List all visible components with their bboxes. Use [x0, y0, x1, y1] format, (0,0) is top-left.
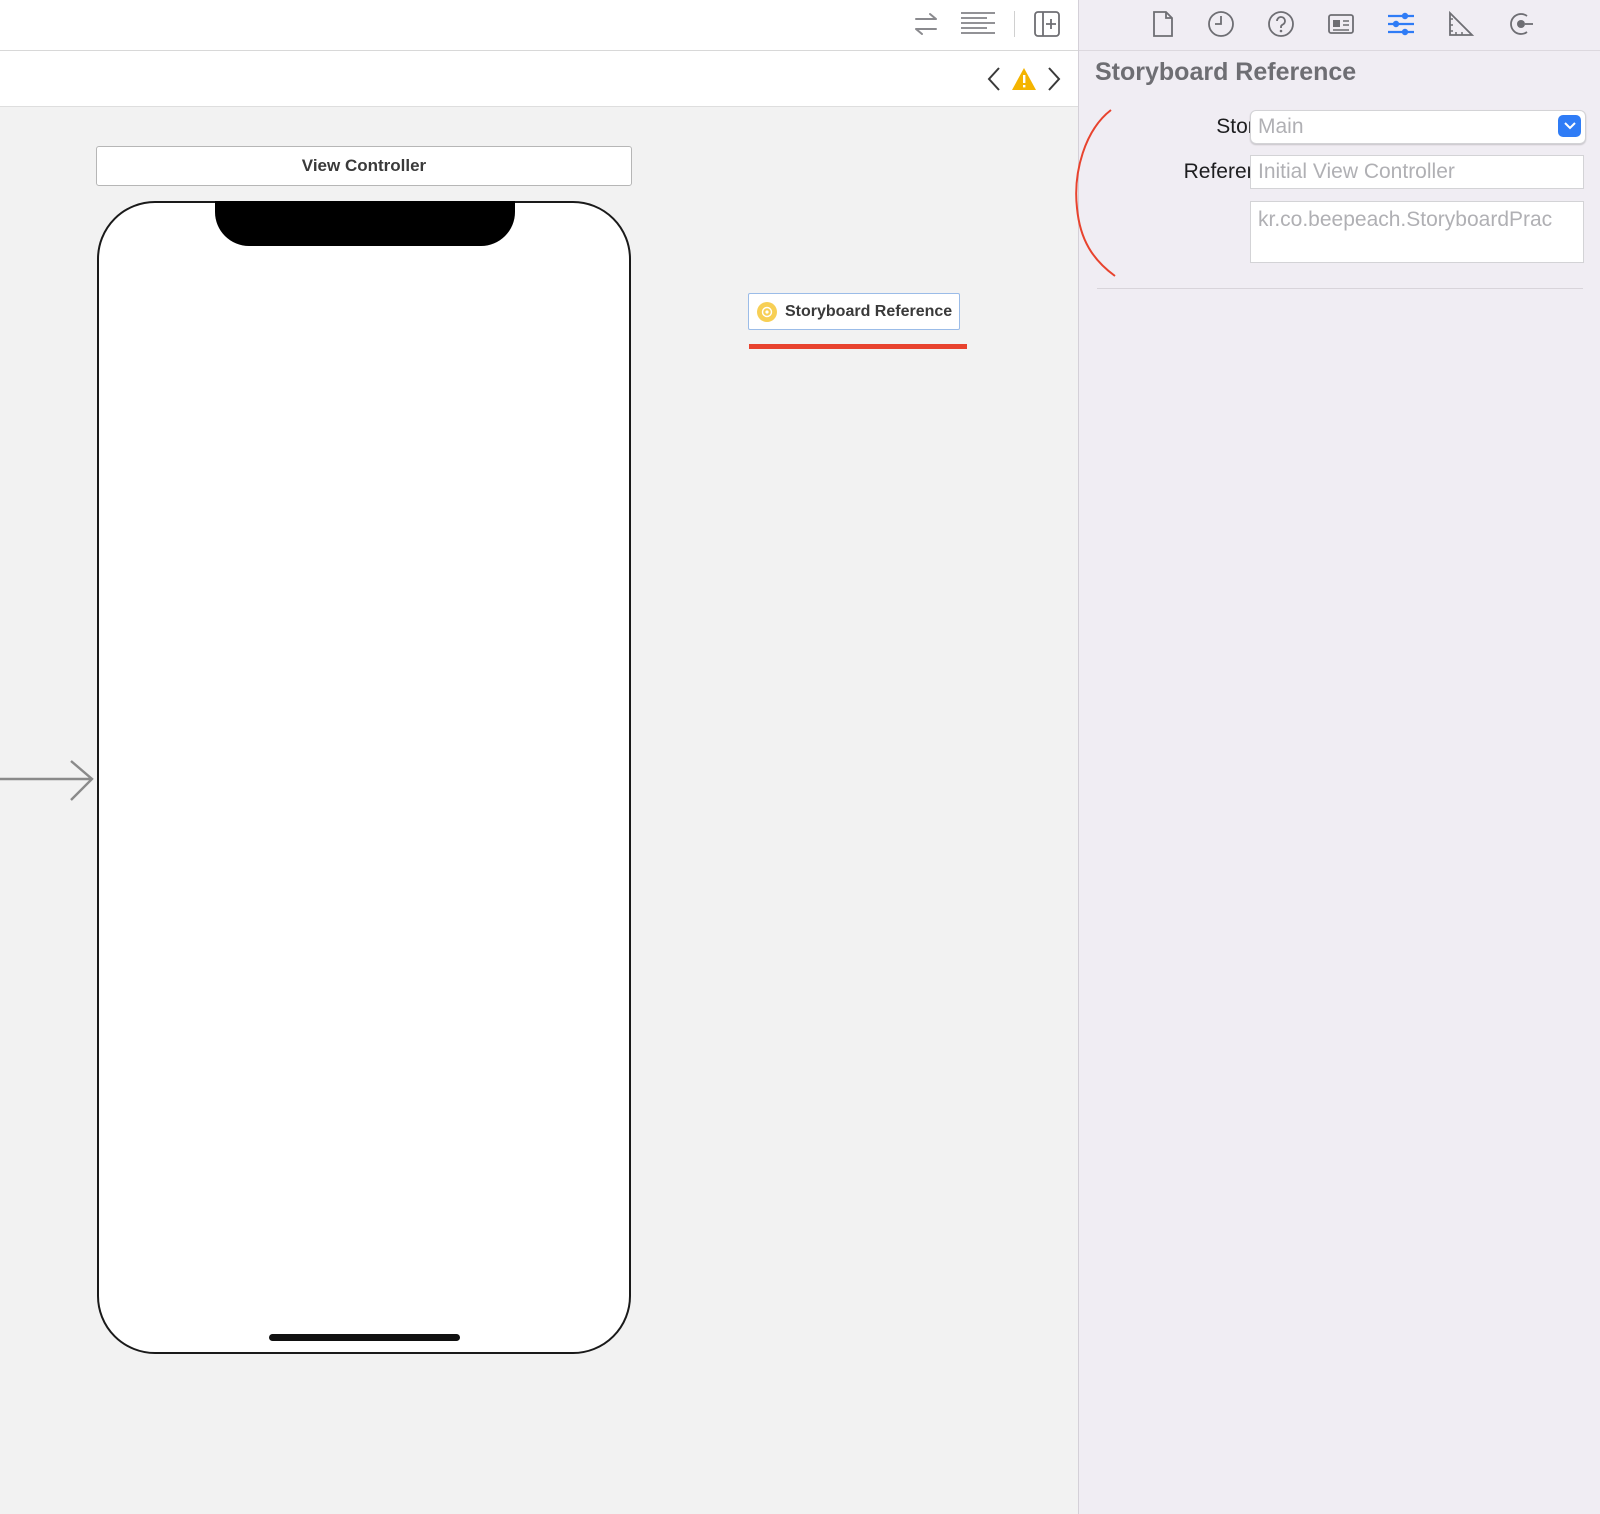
annotation-underline — [749, 344, 967, 349]
editor-toolbar — [0, 0, 1078, 51]
chevron-left-icon[interactable] — [982, 65, 1006, 93]
view-controller-title-bar[interactable]: View Controller — [96, 146, 632, 186]
chevron-right-icon[interactable] — [1042, 65, 1066, 93]
file-icon[interactable] — [1147, 8, 1179, 40]
device-notch — [215, 201, 515, 246]
chevron-updown-icon — [1558, 115, 1581, 137]
inspector-tab-bar — [1079, 0, 1600, 51]
warning-icon[interactable] — [1010, 65, 1038, 93]
identity-icon[interactable] — [1325, 8, 1357, 40]
storyboard-reference-icon — [757, 301, 777, 322]
toolbar-separator — [1014, 11, 1015, 37]
home-indicator — [269, 1334, 460, 1341]
connections-icon[interactable] — [1505, 8, 1537, 40]
attributes-sliders-icon[interactable] — [1385, 8, 1417, 40]
size-ruler-icon[interactable] — [1445, 8, 1477, 40]
referenced-id-field[interactable]: Initial View Controller — [1250, 155, 1584, 189]
entry-point-arrow-icon[interactable] — [0, 760, 96, 804]
storyboard-reference-node[interactable]: Storyboard Reference — [748, 293, 960, 330]
section-divider — [1097, 288, 1583, 289]
attributes-inspector: Storyboard Reference Storyboard Main Ref… — [1075, 0, 1600, 1514]
iphone-device-frame[interactable] — [97, 201, 631, 1354]
jump-bar — [0, 51, 1078, 107]
storyboard-reference-node-label: Storyboard Reference — [785, 302, 953, 320]
history-clock-icon[interactable] — [1205, 8, 1237, 40]
section-title: Storyboard Reference — [1095, 58, 1357, 86]
referenced-id-placeholder: Initial View Controller — [1258, 160, 1455, 183]
adjust-editor-options-icon[interactable] — [958, 8, 998, 40]
view-controller-title: View Controller — [301, 156, 427, 175]
storyboard-popup-value: Main — [1258, 115, 1304, 138]
storyboard-popup[interactable]: Main — [1250, 110, 1586, 144]
bundle-field[interactable]: kr.co.beepeach.StoryboardPrac — [1250, 201, 1584, 263]
help-icon[interactable] — [1265, 8, 1297, 40]
bundle-value: kr.co.beepeach.StoryboardPrac — [1258, 208, 1553, 231]
add-editor-icon[interactable] — [1030, 8, 1064, 40]
swap-arrows-icon[interactable] — [908, 8, 944, 40]
